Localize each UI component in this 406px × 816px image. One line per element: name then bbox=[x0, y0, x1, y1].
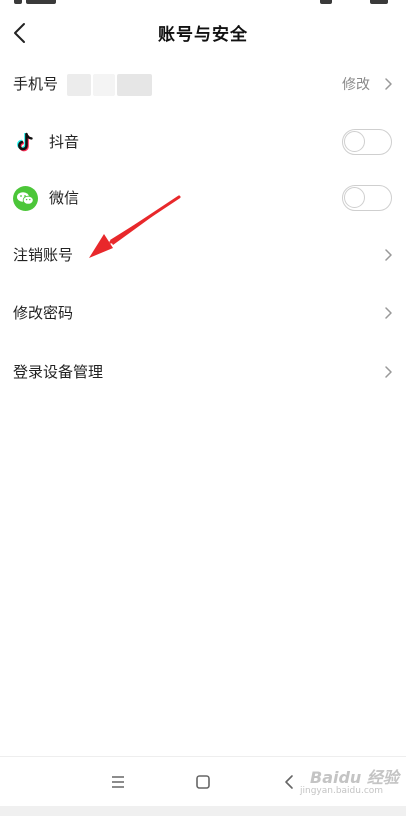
wechat-toggle[interactable] bbox=[342, 185, 392, 211]
page-title: 账号与安全 bbox=[158, 25, 248, 45]
douyin-toggle[interactable] bbox=[342, 129, 392, 155]
menu-icon[interactable] bbox=[105, 769, 131, 795]
phone-edit-link[interactable]: 修改 bbox=[342, 74, 370, 94]
phone-number-mask bbox=[93, 74, 115, 96]
watermark-logo: Baidu 经验 bbox=[310, 768, 399, 787]
wechat-row: 微信 bbox=[0, 173, 406, 223]
change-password-row[interactable]: 修改密码 bbox=[0, 288, 406, 338]
deactivate-account-row[interactable]: 注销账号 bbox=[0, 230, 406, 280]
phone-row[interactable]: 手机号 修改 bbox=[0, 59, 406, 109]
device-management-label: 登录设备管理 bbox=[13, 363, 104, 381]
toggle-knob bbox=[344, 187, 365, 208]
toggle-knob bbox=[344, 131, 365, 152]
deactivate-account-label: 注销账号 bbox=[13, 246, 74, 264]
bottom-strip bbox=[0, 806, 406, 816]
phone-label: 手机号 bbox=[13, 75, 59, 93]
device-management-row[interactable]: 登录设备管理 bbox=[0, 347, 406, 397]
phone-number-mask bbox=[117, 74, 152, 96]
phone-number-mask bbox=[67, 74, 91, 96]
back-triangle-icon[interactable] bbox=[276, 769, 302, 795]
chevron-right-icon bbox=[385, 307, 392, 319]
change-password-label: 修改密码 bbox=[13, 304, 74, 322]
chevron-right-icon bbox=[385, 249, 392, 261]
douyin-label: 抖音 bbox=[49, 133, 80, 151]
home-square-icon[interactable] bbox=[190, 769, 216, 795]
header-bar: 账号与安全 bbox=[0, 10, 406, 54]
douyin-row: 抖音 bbox=[0, 117, 406, 167]
watermark-url: jingyan.baidu.com bbox=[300, 786, 384, 796]
wechat-logo-icon bbox=[13, 186, 38, 211]
chevron-right-icon bbox=[385, 78, 392, 90]
baidu-watermark: Baidu 经验 jingyan.baidu.com bbox=[300, 764, 400, 804]
status-bar bbox=[0, 0, 406, 6]
douyin-logo-icon bbox=[17, 132, 33, 152]
wechat-label: 微信 bbox=[49, 189, 80, 207]
chevron-right-icon bbox=[385, 366, 392, 378]
